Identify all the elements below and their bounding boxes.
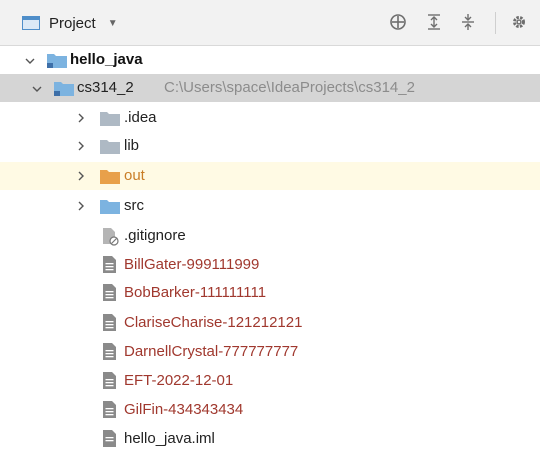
tree-label: BillGater-999111999 [124,256,260,273]
text-file-icon [103,343,116,364]
tree-row-file[interactable]: BillGater-999111999 [0,251,540,279]
tree-label: EFT-2022-12-01 [124,372,234,389]
gitignore-file-icon [102,227,120,250]
chevron-down-icon[interactable] [31,83,43,95]
tree-row-file[interactable]: DarnellCrystal-777777777 [0,338,540,366]
tree-row-folder[interactable]: src [0,192,540,220]
folder-icon [100,111,120,130]
tree-label: ClariseCharise-121212121 [124,314,303,331]
collapse-all-icon[interactable] [457,11,479,33]
gear-icon[interactable] [508,11,530,33]
tree-label: DarnellCrystal-777777777 [124,343,299,360]
toolbar-separator [495,12,496,34]
tree-label: src [124,197,144,214]
tree-label: GilFin-434343434 [124,401,244,418]
text-file-icon [103,284,116,305]
project-toolbar: Project ▼ [0,0,540,46]
folder-source-icon [100,199,120,218]
project-window-icon [22,16,40,30]
chevron-down-icon[interactable]: ▼ [108,18,118,29]
folder-module-icon [47,53,67,72]
tree-row-folder[interactable]: lib [0,132,540,160]
tree-label: hello_java.iml [124,430,215,447]
tree-label: .gitignore [124,227,186,244]
tree-label: lib [124,137,140,154]
chevron-right-icon[interactable] [75,200,87,212]
folder-excluded-icon [100,169,120,188]
tree-label: BobBarker-111111111 [124,284,267,301]
tree-label: .idea [124,109,157,126]
tree-row-file[interactable]: .gitignore [0,222,540,250]
tree-row-file[interactable]: GilFin-434343434 [0,396,540,424]
text-file-icon [103,314,116,335]
folder-module-icon [54,81,74,100]
expand-all-icon[interactable] [423,11,445,33]
tree-label: out [124,167,145,184]
chevron-right-icon[interactable] [75,140,87,152]
text-file-icon [103,372,116,393]
text-file-icon [103,401,116,422]
tree-row-file[interactable]: hello_java.iml [0,424,540,452]
chevron-right-icon[interactable] [75,112,87,124]
module-path: C:\Users\space\IdeaProjects\cs314_2 [164,79,415,96]
project-view-selector[interactable]: Project ▼ [22,12,118,34]
project-title: Project [49,14,96,32]
tree-label: hello_java [70,51,143,68]
folder-icon [100,139,120,158]
text-file-icon [103,256,116,277]
tree-row-root[interactable]: hello_java [0,46,540,74]
tree-row-file[interactable]: EFT-2022-12-01 [0,367,540,395]
chevron-right-icon[interactable] [75,170,87,182]
tree-row-file[interactable]: BobBarker-111111111 [0,279,540,307]
tree-row-folder-excluded[interactable]: out [0,162,540,190]
chevron-down-icon[interactable] [24,55,36,67]
tree-row-module[interactable]: cs314_2 C:\Users\space\IdeaProjects\cs31… [0,74,540,102]
crosshair-icon[interactable] [387,11,409,33]
tree-row-file[interactable]: ClariseCharise-121212121 [0,309,540,337]
tree-label: cs314_2 [77,79,134,96]
tree-row-folder[interactable]: .idea [0,104,540,132]
iml-file-icon [103,430,116,451]
